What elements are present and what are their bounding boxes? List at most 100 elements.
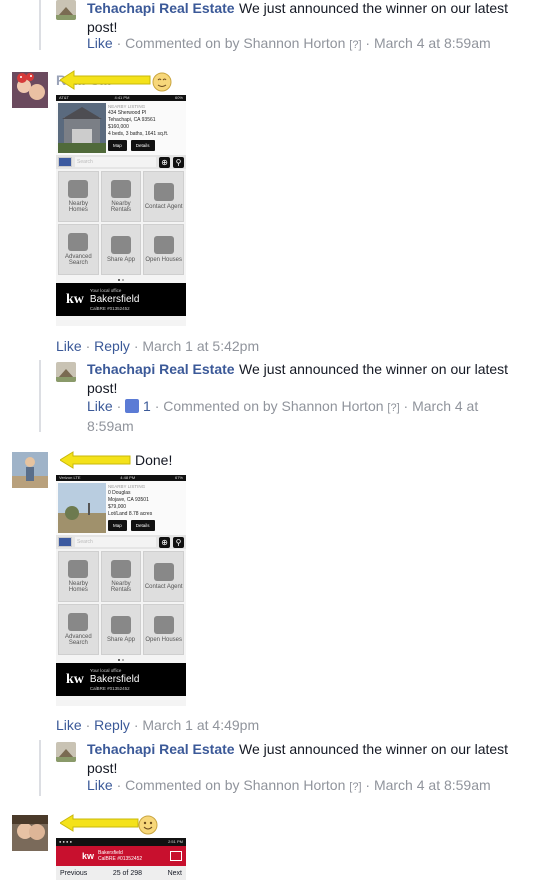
app-search-row: Search ⊕ ⚲: [56, 535, 186, 549]
like-link[interactable]: Like: [87, 398, 113, 414]
app-search-input[interactable]: Search: [75, 537, 156, 547]
notification-icons: ● ● ● ●: [59, 839, 72, 844]
kw-logo: kw: [66, 671, 84, 687]
us-flag-icon: [58, 537, 72, 547]
nearby-listing-card: NEARBY LISTING 434 Sherwood Pl Tehachapi…: [56, 101, 186, 155]
reply-body: Tehachapi Real Estate We just announced …: [87, 361, 509, 396]
reply-meta: Like · Commented on by Shannon Horton [?…: [87, 777, 491, 793]
reply-thread-line: [39, 360, 41, 432]
comment-time[interactable]: March 1 at 5:42pm: [142, 338, 259, 354]
reply-meta: Like · 1 · Commented on by Shannon Horto…: [87, 398, 479, 434]
building-icon: [110, 560, 131, 578]
search-icon[interactable]: ⚲: [173, 536, 184, 548]
commenter-avatar[interactable]: [12, 72, 48, 108]
reply-link[interactable]: Reply: [94, 338, 130, 354]
page-avatar[interactable]: [56, 0, 76, 20]
magnifier-plus-icon: [68, 613, 89, 631]
reply-thread-line: [39, 740, 41, 796]
house-photo: [58, 103, 106, 153]
kw-logo: kw: [82, 851, 95, 861]
yellow-arrow-icon: [60, 451, 131, 469]
magnifier-plus-icon: [68, 233, 89, 251]
listing-address: 0 Douglas: [108, 490, 131, 496]
home-icon: [68, 180, 89, 198]
share-icon[interactable]: [170, 851, 182, 861]
like-link[interactable]: Like: [87, 777, 113, 793]
tile-nearby-rentals[interactable]: Nearby Rentals: [100, 551, 142, 602]
comment-actions: Like · Reply · March 1 at 4:49pm: [56, 717, 260, 733]
reply-body: Tehachapi Real Estate We just announced …: [87, 741, 509, 776]
phone-status-bar: ● ● ● ● 2:51 PM: [56, 838, 186, 846]
tile-contact-agent[interactable]: Contact Agent: [143, 171, 184, 222]
thumbs-up-icon[interactable]: [125, 399, 140, 413]
door-icon: [153, 616, 174, 634]
tile-advanced-search[interactable]: Advanced Search: [58, 224, 99, 275]
nearby-listing-card: NEARBY LISTING 0 Douglas Mojave, CA 9350…: [56, 481, 186, 535]
tile-share-app[interactable]: Share App: [100, 604, 142, 655]
help-link[interactable]: [?]: [349, 781, 361, 793]
home-icon: [68, 560, 89, 578]
office-name: Bakersfield: [89, 294, 140, 305]
pagination-bar: Previous 25 of 298 Next: [56, 866, 186, 880]
next-button[interactable]: Next: [168, 870, 182, 877]
app-search-input[interactable]: Search: [75, 157, 156, 167]
like-link[interactable]: Like: [56, 717, 82, 733]
attached-app-screenshot[interactable]: AT&T 4:41 PM 60% NEARBY LISTING 434 Sherwo…: [56, 95, 186, 326]
comment-text: Done!: [135, 452, 173, 468]
search-icon[interactable]: ⚲: [173, 156, 184, 168]
us-flag-icon: [58, 157, 72, 167]
blushing-emoji-icon: [152, 72, 172, 92]
attached-app-screenshot[interactable]: Verizon LTE 4:48 PM 67% NEARBY LISTING 0 D…: [56, 475, 186, 706]
previous-button[interactable]: Previous: [60, 870, 87, 877]
map-button[interactable]: Map: [108, 140, 127, 151]
page-avatar[interactable]: [56, 742, 76, 762]
reply-text: We just announced the winner on our late…: [239, 0, 509, 16]
comment-time[interactable]: March 1 at 4:49pm: [142, 717, 259, 733]
locate-icon[interactable]: ⊕: [159, 156, 170, 168]
like-link[interactable]: Like: [56, 338, 82, 354]
like-count[interactable]: 1: [143, 398, 151, 414]
details-button[interactable]: Details: [130, 140, 155, 151]
help-link[interactable]: [?]: [387, 402, 399, 414]
building-icon: [110, 180, 131, 198]
tile-open-houses[interactable]: Open Houses: [143, 224, 184, 275]
land-photo: [58, 483, 106, 533]
office-name: Bakersfield: [89, 674, 140, 685]
chat-bubble-icon: [153, 183, 174, 201]
yellow-arrow-icon: [60, 70, 151, 90]
like-link[interactable]: Like: [87, 35, 113, 51]
tile-open-houses[interactable]: Open Houses: [143, 604, 184, 655]
reply-text-cont: post!: [87, 19, 118, 35]
yellow-arrow-icon: [60, 814, 139, 832]
locate-icon[interactable]: ⊕: [159, 536, 170, 548]
reply-link[interactable]: Reply: [94, 717, 130, 733]
help-link[interactable]: [?]: [349, 39, 361, 51]
page-name-link[interactable]: Tehachapi Real Estate: [87, 0, 235, 16]
app-menu-grid: Nearby Homes Nearby Rentals Contact Agen…: [56, 549, 186, 657]
chat-bubble-icon: [153, 563, 174, 581]
kw-footer: kw Your local office Bakersfield CalBRE #0…: [56, 663, 186, 696]
app-menu-grid: Nearby Homes Nearby Rentals Contact Agen…: [56, 169, 186, 277]
tile-nearby-rentals[interactable]: Nearby Rentals: [100, 171, 142, 222]
tile-nearby-homes[interactable]: Nearby Homes: [58, 551, 99, 602]
tile-share-app[interactable]: Share App: [100, 224, 142, 275]
reply-body: Tehachapi Real Estate We just announced …: [87, 0, 527, 37]
tile-advanced-search[interactable]: Advanced Search: [58, 604, 99, 655]
page-name-link[interactable]: Tehachapi Real Estate: [87, 741, 235, 757]
page-avatar[interactable]: [56, 362, 76, 382]
kw-red-header: kw Bakersfield CalBRE #01352452: [56, 846, 186, 866]
envelope-icon: [110, 236, 131, 254]
tile-contact-agent[interactable]: Contact Agent: [143, 551, 184, 602]
reply-text: We just announced the winner on our late…: [239, 741, 509, 757]
comment-actions: Like · Reply · March 1 at 5:42pm: [56, 338, 260, 354]
kw-logo: kw: [66, 291, 84, 307]
kw-footer: kw Your local office Bakersfield CalBRE #0…: [56, 283, 186, 316]
smiley-emoji-icon: [138, 815, 158, 835]
details-button[interactable]: Details: [130, 520, 155, 531]
commenter-avatar[interactable]: [12, 452, 48, 488]
map-button[interactable]: Map: [108, 520, 127, 531]
page-name-link[interactable]: Tehachapi Real Estate: [87, 361, 235, 377]
attached-app-screenshot[interactable]: ● ● ● ● 2:51 PM kw Bakersfield CalBRE #013…: [56, 838, 186, 881]
tile-nearby-homes[interactable]: Nearby Homes: [58, 171, 99, 222]
commenter-avatar[interactable]: [12, 815, 48, 851]
